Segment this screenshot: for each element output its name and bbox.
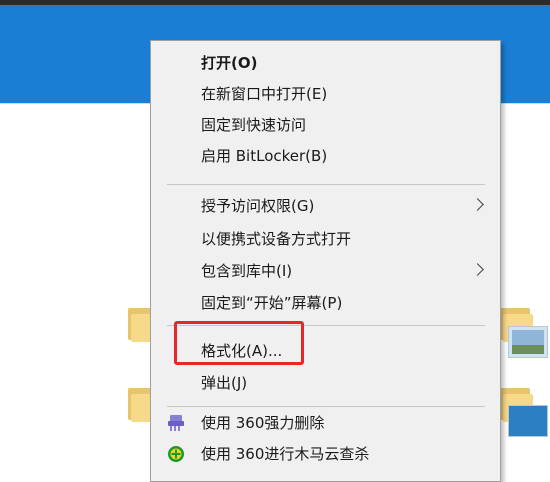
menu-item-grant-access[interactable]: 授予访问权限(G)	[151, 191, 500, 222]
menu-separator	[167, 406, 485, 407]
shield-plus-icon	[168, 446, 184, 462]
highlight-box	[174, 321, 304, 365]
context-menu: 打开(O) 在新窗口中打开(E) 固定到快速访问 启用 BitLocker(B)…	[150, 40, 501, 482]
menu-item-label: 启用 BitLocker(B)	[201, 147, 328, 165]
menu-item-bitlocker[interactable]: 启用 BitLocker(B)	[151, 141, 500, 172]
menu-item-360-trojan-scan[interactable]: 使用 360进行木马云查杀	[151, 439, 500, 470]
menu-separator	[167, 184, 485, 185]
menu-item-open-new-window[interactable]: 在新窗口中打开(E)	[151, 79, 500, 110]
menu-item-label: 固定到“开始”屏幕(P)	[201, 294, 343, 312]
menu-item-label: 在新窗口中打开(E)	[201, 85, 328, 103]
menu-item-360-force-delete[interactable]: 使用 360强力删除	[151, 408, 500, 439]
chevron-right-icon	[471, 198, 484, 211]
chevron-right-icon	[471, 263, 484, 276]
menu-item-pin-to-start[interactable]: 固定到“开始”屏幕(P)	[151, 288, 500, 319]
menu-item-label: 使用 360进行木马云查杀	[201, 445, 370, 463]
menu-item-include-in-library[interactable]: 包含到库中(I)	[151, 256, 500, 287]
menu-item-open[interactable]: 打开(O)	[151, 48, 500, 79]
menu-item-label: 授予访问权限(G)	[201, 197, 315, 215]
menu-item-label: 使用 360强力删除	[201, 414, 325, 432]
menu-item-label: 弹出(J)	[201, 374, 248, 392]
menu-item-pin-quick-access[interactable]: 固定到快速访问	[151, 110, 500, 141]
menu-item-label: 包含到库中(I)	[201, 262, 293, 280]
image-thumbnail-icon[interactable]	[508, 326, 548, 358]
menu-item-label: 打开(O)	[201, 54, 258, 72]
menu-item-label: 以便携式设备方式打开	[201, 230, 352, 248]
menu-item-eject[interactable]: 弹出(J)	[151, 368, 500, 399]
menu-item-open-portable-device[interactable]: 以便携式设备方式打开	[151, 224, 500, 255]
image-thumbnail-icon[interactable]	[508, 405, 548, 437]
shredder-icon	[168, 415, 184, 431]
menu-item-label: 固定到快速访问	[201, 116, 307, 134]
